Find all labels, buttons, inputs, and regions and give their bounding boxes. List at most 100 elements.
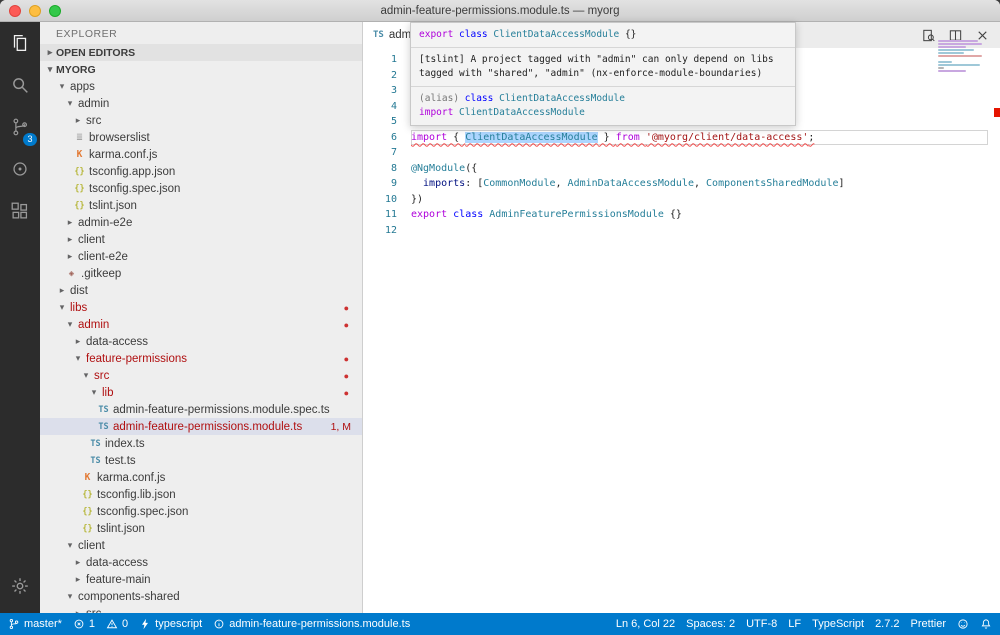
status-language-mode[interactable]: TypeScript <box>812 618 864 630</box>
status-notifications[interactable] <box>980 618 992 630</box>
tree-file-tsconfig.app.json[interactable]: {}tsconfig.app.json <box>40 163 362 180</box>
tree-item-label: data-access <box>86 336 148 348</box>
line-number: 11 <box>363 207 397 223</box>
tree-item-label: client <box>78 234 105 246</box>
tree-folder-data-access[interactable]: ▸data-access <box>40 554 362 571</box>
status-cursor-position[interactable]: Ln 6, Col 22 <box>616 618 675 630</box>
tree-folder-client[interactable]: ▾client <box>40 537 362 554</box>
tree-item-label: tsconfig.spec.json <box>89 183 180 195</box>
status-eol[interactable]: LF <box>788 618 801 630</box>
activity-extensions-button[interactable] <box>0 192 40 234</box>
status-errors-label: 1 <box>89 618 95 630</box>
tree-file-index.ts[interactable]: TSindex.ts <box>40 435 362 452</box>
activity-settings-button[interactable] <box>0 567 40 609</box>
status-active-file-problems[interactable]: admin-feature-permissions.module.ts <box>213 618 410 630</box>
tree-folder-admin-e2e[interactable]: ▸admin-e2e <box>40 214 362 231</box>
chevron-right-icon: ▸ <box>44 47 56 58</box>
tree-file-karma.conf.js[interactable]: Kkarma.conf.js <box>40 146 362 163</box>
tree-folder-client-e2e[interactable]: ▸client-e2e <box>40 248 362 265</box>
activity-explorer-button[interactable] <box>0 24 40 66</box>
tree-folder-src[interactable]: ▸src <box>40 112 362 129</box>
browserslist-file-icon: ≣ <box>72 132 87 143</box>
activity-debug-button[interactable] <box>0 150 40 192</box>
tree-folder-admin[interactable]: ▾admin <box>40 95 362 112</box>
tree-folder-admin[interactable]: ▾admin● <box>40 316 362 333</box>
tree-folder-dist[interactable]: ▸dist <box>40 282 362 299</box>
open-changes-icon[interactable] <box>921 28 936 43</box>
code-line-10[interactable]: 10}) <box>363 192 1000 208</box>
workspace-section[interactable]: ▾ MYORG <box>40 61 362 78</box>
code-area[interactable]: 123456import { ClientDataAccessModule } … <box>363 48 1000 613</box>
minimap-line <box>938 64 980 66</box>
chevron-down-icon: ▾ <box>72 353 84 364</box>
activity-search-button[interactable] <box>0 66 40 108</box>
tree-folder-feature-main[interactable]: ▸feature-main <box>40 571 362 588</box>
tree-file-karma.conf.js[interactable]: Kkarma.conf.js <box>40 469 362 486</box>
status-errors[interactable]: 1 <box>73 618 95 630</box>
minimap[interactable] <box>938 40 984 76</box>
activity-source-control-button[interactable]: 3 <box>0 108 40 150</box>
modified-dot-icon: ● <box>344 303 349 313</box>
tree-item-label: .gitkeep <box>81 268 121 280</box>
status-prettier[interactable]: Prettier <box>911 618 946 630</box>
status-indentation[interactable]: Spaces: 2 <box>686 618 735 630</box>
tree-folder-src[interactable]: ▾src● <box>40 367 362 384</box>
minimap-line <box>938 40 978 42</box>
status-branch[interactable]: master* <box>8 618 62 630</box>
code-line-11[interactable]: 11export class AdminFeaturePermissionsMo… <box>363 207 1000 223</box>
tree-file-tslint.json[interactable]: {}tslint.json <box>40 197 362 214</box>
tree-file-tsconfig.lib.json[interactable]: {}tsconfig.lib.json <box>40 486 362 503</box>
tree-file-.gitkeep[interactable]: ◈.gitkeep <box>40 265 362 282</box>
minimap-line <box>938 55 982 57</box>
hover-signature: export class ClientDataAccessModule {} <box>411 23 795 47</box>
open-editors-section[interactable]: ▸ OPEN EDITORS <box>40 44 362 61</box>
status-warnings[interactable]: 0 <box>106 618 128 630</box>
gear-icon <box>9 575 31 602</box>
status-encoding[interactable]: UTF-8 <box>746 618 777 630</box>
code-line-6[interactable]: 6import { ClientDataAccessModule } from … <box>363 130 1000 146</box>
minimap-line <box>938 52 964 54</box>
status-ts-version-label: 2.7.2 <box>875 618 899 630</box>
tree-folder-data-access[interactable]: ▸data-access <box>40 333 362 350</box>
code-line-7[interactable]: 7 <box>363 145 1000 161</box>
tree-file-tsconfig.spec.json[interactable]: {}tsconfig.spec.json <box>40 503 362 520</box>
status-feedback[interactable] <box>957 618 969 630</box>
tree-folder-libs[interactable]: ▾libs● <box>40 299 362 316</box>
tree-file-tsconfig.spec.json[interactable]: {}tsconfig.spec.json <box>40 180 362 197</box>
branch-icon <box>8 618 20 630</box>
code-text: }) <box>411 192 988 208</box>
gitkeep-file-icon: ◈ <box>64 269 79 279</box>
minimap-line <box>938 49 974 51</box>
flame-icon <box>139 618 151 630</box>
json-file-icon: {} <box>80 490 95 500</box>
tree-file-admin-feature-permissions.module.spec.ts[interactable]: TSadmin-feature-permissions.module.spec.… <box>40 401 362 418</box>
tree-folder-client[interactable]: ▸client <box>40 231 362 248</box>
window-title: admin-feature-permissions.module.ts — my… <box>380 5 619 17</box>
tree-folder-components-shared[interactable]: ▾components-shared <box>40 588 362 605</box>
warning-icon <box>106 618 118 630</box>
status-tslint-status[interactable]: typescript <box>139 618 202 630</box>
tree-file-tslint.json[interactable]: {}tslint.json <box>40 520 362 537</box>
status-ts-version[interactable]: 2.7.2 <box>875 618 899 630</box>
tree-file-browserslist[interactable]: ≣browserslist <box>40 129 362 146</box>
code-line-9[interactable]: 9 imports: [CommonModule, AdminDataAcces… <box>363 176 1000 192</box>
close-window-button[interactable] <box>9 5 21 17</box>
error-icon <box>73 618 85 630</box>
tree-item-label: client <box>78 540 105 552</box>
tree-item-label: feature-permissions <box>86 353 187 365</box>
code-text: import { ClientDataAccessModule } from '… <box>411 130 988 146</box>
tree-folder-apps[interactable]: ▾apps <box>40 78 362 95</box>
code-text <box>411 145 988 161</box>
tree-item-label: admin <box>78 319 109 331</box>
tree-folder-src[interactable]: ▸src <box>40 605 362 613</box>
code-line-12[interactable]: 12 <box>363 223 1000 239</box>
code-line-8[interactable]: 8@NgModule({ <box>363 161 1000 177</box>
tree-folder-feature-permissions[interactable]: ▾feature-permissions● <box>40 350 362 367</box>
typescript-file-icon: TS <box>373 30 384 40</box>
zoom-window-button[interactable] <box>49 5 61 17</box>
tree-file-test.ts[interactable]: TStest.ts <box>40 452 362 469</box>
minimize-window-button[interactable] <box>29 5 41 17</box>
tree-file-admin-feature-permissions.module.ts[interactable]: TSadmin-feature-permissions.module.ts1, … <box>40 418 362 435</box>
karma-file-icon: K <box>72 149 87 160</box>
tree-folder-lib[interactable]: ▾lib● <box>40 384 362 401</box>
